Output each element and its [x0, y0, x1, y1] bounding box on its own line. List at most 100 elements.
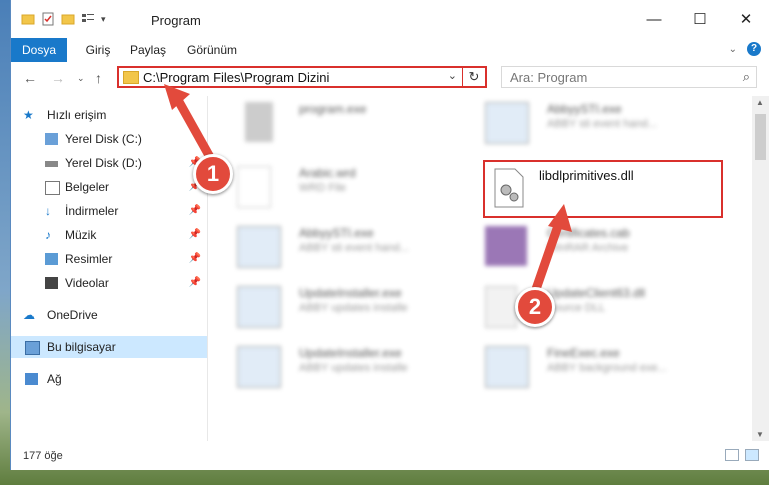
window-icon — [485, 346, 529, 388]
sidebar-item-label: Ağ — [47, 372, 62, 386]
title-bar: ▾ Program — ☐ ✕ — [11, 0, 769, 38]
back-arrow-icon[interactable]: ← — [23, 70, 37, 86]
network-icon — [25, 373, 38, 385]
sidebar-item-pictures[interactable]: Resimler 📌 — [11, 248, 207, 270]
window-icon — [237, 226, 281, 268]
address-dropdown-icon[interactable]: ⌄ — [448, 69, 457, 82]
sidebar-item-label: Bu bilgisayar — [47, 340, 116, 354]
pin-icon[interactable]: 📌 — [189, 272, 201, 294]
quick-access-toolbar: ▾ — [21, 12, 106, 26]
file-name: Arabic.wrd — [299, 166, 356, 180]
window-icon — [485, 102, 529, 144]
status-bar: 177 öğe — [11, 445, 769, 467]
sidebar-item-label: İndirmeler — [65, 204, 119, 218]
highlighted-file[interactable]: libdlprimitives.dll — [483, 160, 723, 218]
search-placeholder: Ara: Program — [510, 70, 588, 85]
sidebar-item-label: Müzik — [65, 228, 97, 242]
search-input[interactable]: Ara: Program ⌕ — [501, 66, 757, 88]
sidebar-item-downloads[interactable]: ↓ İndirmeler 📌 — [11, 200, 207, 222]
sidebar-item-label: Videolar — [65, 276, 109, 290]
close-button[interactable]: ✕ — [723, 0, 769, 38]
large-icons-view-icon[interactable] — [745, 449, 759, 461]
file-item[interactable]: Arabic.wrd WRD File — [227, 160, 467, 212]
file-item[interactable]: UpdateClient63.dll Source DLL — [475, 280, 715, 332]
customize-toolbar-icon[interactable]: ▾ — [101, 14, 106, 25]
file-item[interactable]: FineExec.exe ABBY background exe... — [475, 340, 715, 392]
sidebar-item-videos[interactable]: Videolar 📌 — [11, 272, 207, 294]
sidebar-item-label: Yerel Disk (D:) — [65, 156, 142, 170]
file-name: FineExec.exe — [547, 346, 620, 360]
details-view-icon[interactable] — [725, 449, 739, 461]
tab-home[interactable]: Giriş — [77, 38, 119, 62]
dll-file-icon — [485, 286, 517, 328]
file-name: AbbyySTI.exe — [299, 226, 374, 240]
file-item[interactable]: AbbyySTI.exe ABBY sti event hand... — [227, 220, 467, 272]
download-arrow-icon: ↓ — [45, 204, 51, 218]
file-item[interactable]: UpdateInstaller.exe ABBY updates install… — [227, 280, 467, 332]
refresh-icon[interactable]: ↻ — [462, 68, 485, 86]
sidebar-item-this-pc[interactable]: Bu bilgisayar — [11, 336, 207, 358]
file-description: ABBY background exe... — [547, 362, 667, 374]
pictures-icon — [45, 253, 58, 265]
properties-icon[interactable] — [41, 12, 55, 26]
sidebar-item-music[interactable]: ♪ Müzik 📌 — [11, 224, 207, 246]
scroll-up-icon[interactable]: ▲ — [756, 98, 764, 107]
file-name: libdlprimitives.dll — [539, 168, 634, 183]
view-options-icon[interactable] — [81, 12, 95, 26]
pin-icon[interactable]: 📌 — [189, 200, 201, 222]
file-name: AbbyySTI.exe — [547, 102, 622, 116]
tab-view[interactable]: Görünüm — [183, 38, 241, 62]
window-icon — [237, 346, 281, 388]
forward-arrow-icon[interactable]: → — [51, 70, 65, 86]
film-icon — [45, 277, 58, 289]
scroll-down-icon[interactable]: ▼ — [756, 430, 764, 439]
documents-icon — [45, 181, 60, 195]
pin-icon[interactable]: 📌 — [189, 224, 201, 246]
exe-file-icon — [245, 102, 273, 142]
file-item[interactable]: UpdateInstaller.exe ABBY updates install… — [227, 340, 467, 392]
expand-ribbon-icon[interactable]: ⌄ — [729, 44, 737, 55]
file-name: UpdateInstaller.exe — [299, 346, 402, 360]
vertical-scrollbar[interactable]: ▲ ▼ — [752, 96, 769, 441]
pin-icon[interactable]: 📌 — [189, 248, 201, 270]
tab-share[interactable]: Paylaş — [127, 38, 169, 62]
sidebar-item-onedrive[interactable]: ☁ OneDrive — [11, 304, 207, 326]
drive-icon — [45, 133, 58, 145]
file-description: ABBY sti event hand... — [299, 242, 409, 254]
up-arrow-icon[interactable]: ↑ — [95, 70, 102, 86]
window-title: Program — [151, 13, 201, 28]
recent-locations-icon[interactable]: ⌄ — [77, 73, 85, 84]
document-icon — [237, 166, 271, 208]
search-icon[interactable]: ⌕ — [743, 69, 750, 85]
file-list: program.exe AbbyySTI.exe ABBY sti event … — [217, 96, 742, 441]
file-description: ABBY updates installe — [299, 362, 408, 374]
sidebar-item-label: OneDrive — [47, 308, 98, 322]
explorer-window: ▾ Program — ☐ ✕ Dosya Giriş Paylaş Görün… — [10, 0, 769, 470]
new-folder-icon[interactable] — [61, 12, 75, 26]
sidebar-item-label: Yerel Disk (C:) — [65, 132, 142, 146]
sidebar-item-network[interactable]: Ağ — [11, 368, 207, 390]
sidebar-item-label: Belgeler — [65, 180, 110, 194]
scrollbar-thumb[interactable] — [755, 114, 766, 160]
music-note-icon: ♪ — [45, 228, 51, 242]
computer-icon — [25, 341, 40, 355]
ribbon-controls: ⌄ ? — [729, 42, 761, 56]
minimize-button[interactable]: — — [631, 0, 677, 38]
star-icon: ★ — [23, 108, 34, 122]
folder-icon[interactable] — [21, 12, 35, 26]
file-name: program.exe — [299, 102, 367, 116]
file-description: ABBY sti event hand... — [547, 118, 657, 130]
cloud-icon: ☁ — [23, 308, 35, 322]
file-item[interactable]: AbbyySTI.exe ABBY sti event hand... — [475, 96, 715, 148]
help-icon[interactable]: ? — [747, 42, 761, 56]
maximize-button[interactable]: ☐ — [677, 0, 723, 38]
file-item[interactable]: Certificates.cab WinRAR Archive — [475, 220, 715, 272]
sidebar-item-label: Resimler — [65, 252, 113, 266]
item-count: 177 öğe — [23, 450, 63, 462]
window-icon — [237, 286, 281, 328]
navigation-bar: ← → ⌄ ↑ C:\Program Files\Program Dizini … — [11, 62, 769, 94]
file-item[interactable]: program.exe — [227, 96, 467, 148]
window-controls: — ☐ ✕ — [631, 0, 769, 38]
file-description: ABBY updates installe — [299, 302, 408, 314]
step-1-badge: 1 — [193, 154, 233, 194]
